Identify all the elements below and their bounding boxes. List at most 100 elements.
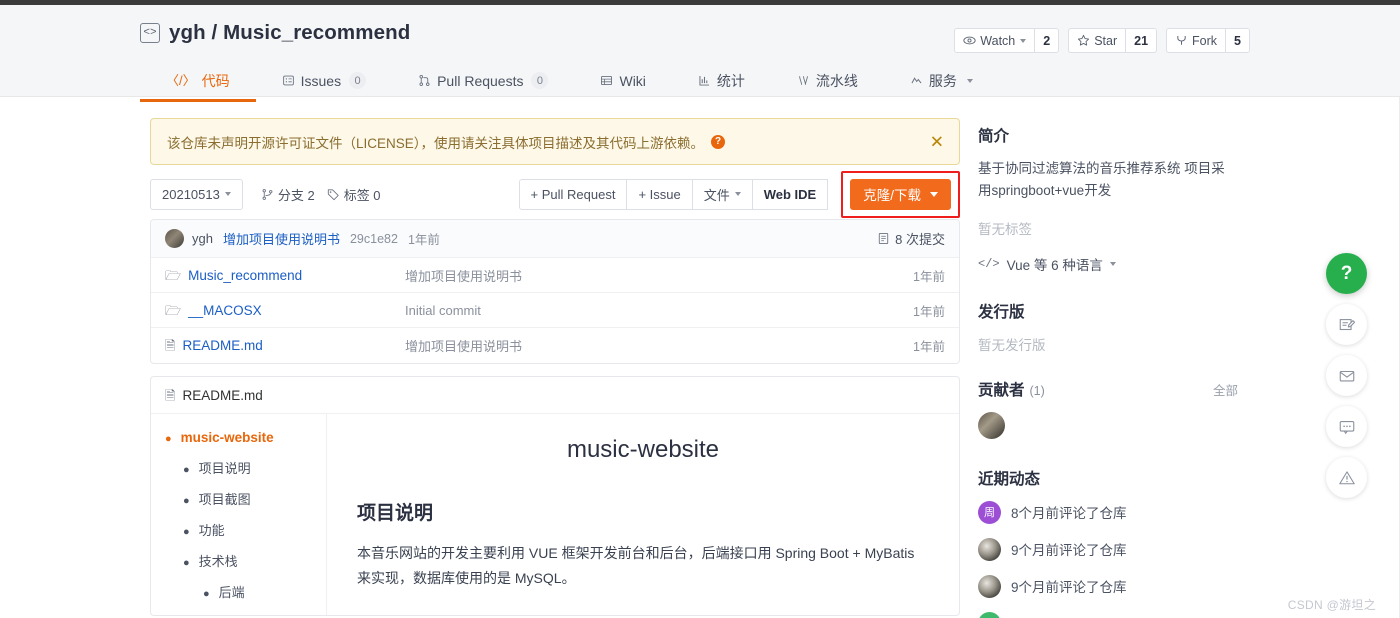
tab-issues-label: Issues: [300, 72, 342, 89]
activity-text: 9个月前评论了仓库: [1011, 580, 1127, 596]
commit-time: 1年前: [407, 233, 440, 247]
fork-button[interactable]: Fork: [1167, 29, 1225, 52]
repo-title-row: <> ygh / Music_recommend: [140, 21, 410, 45]
pull-request-icon: [418, 74, 431, 87]
web-ide-button[interactable]: Web IDE: [751, 178, 829, 210]
list-item[interactable]: [978, 611, 1238, 618]
branches-link[interactable]: 分支 2: [261, 185, 315, 204]
file-name-cell[interactable]: 🗁 __MACOSX: [165, 303, 405, 318]
star-button[interactable]: Star: [1069, 29, 1125, 52]
comment-icon: [1339, 420, 1354, 434]
toc-item-label: music-website: [180, 430, 274, 445]
chevron-down-icon: [930, 191, 938, 197]
list-item[interactable]: 周 8个月前评论了仓库: [978, 500, 1238, 524]
file-name-label: __MACOSX: [188, 302, 262, 318]
file-icon: 🗎: [165, 387, 176, 403]
star-stat-group[interactable]: Star 21: [1068, 28, 1158, 53]
watch-count: 2: [1034, 29, 1059, 52]
feedback-edit-button[interactable]: [1326, 304, 1367, 345]
mail-button[interactable]: [1326, 355, 1367, 396]
report-warning-button[interactable]: [1326, 457, 1367, 498]
branch-selector[interactable]: 20210513: [150, 178, 243, 210]
readme-paragraph: 本音乐网站的开发主要利用 VUE 框架开发前台和后台，后端接口用 Spring …: [357, 545, 915, 586]
tab-statistics[interactable]: 统计: [672, 62, 771, 102]
activity-text: 9个月前评论了仓库: [1011, 543, 1127, 559]
toc-item[interactable]: ● 项目说明: [151, 458, 326, 477]
commit-sha[interactable]: 29c1e82: [350, 232, 398, 246]
contributors-all-link[interactable]: 全部: [1213, 380, 1238, 399]
toc-item[interactable]: ● 功能: [151, 520, 326, 539]
readme-title: music-website: [566, 436, 720, 463]
watch-button[interactable]: Watch: [955, 29, 1034, 52]
history-icon: [878, 233, 889, 244]
code-brackets-icon: </>: [978, 256, 1000, 271]
toc-item-label: 功能: [198, 523, 225, 538]
table-row[interactable]: 🗁 Music_recommend 增加项目使用说明书 1年前: [151, 258, 959, 293]
chevron-down-icon: [1109, 261, 1116, 266]
main-column: 该仓库未声明开源许可证文件（LICENSE），使用请关注具体项目描述及其代码上游…: [150, 118, 960, 616]
commit-author[interactable]: ygh: [192, 231, 213, 246]
comment-button[interactable]: [1326, 406, 1367, 447]
page-title[interactable]: ygh / Music_recommend: [169, 21, 410, 45]
star-count: 21: [1125, 29, 1157, 52]
toc-item[interactable]: ● 前端: [151, 613, 326, 615]
tab-pull-requests-badge: 0: [531, 72, 549, 89]
watch-stat-group[interactable]: Watch 2: [954, 28, 1060, 53]
close-icon[interactable]: ✕: [930, 133, 944, 150]
new-pull-request-button[interactable]: + Pull Request: [518, 178, 628, 210]
repo-header: <> ygh / Music_recommend Watch 2 Star 21…: [0, 5, 1400, 102]
star-icon: [1078, 34, 1090, 46]
toc-item[interactable]: ● 后端: [151, 582, 326, 601]
watermark: CSDN @游坦之: [1287, 598, 1376, 612]
branch-icon: [262, 188, 273, 200]
tab-wiki[interactable]: Wiki: [574, 62, 671, 102]
clone-download-button[interactable]: 克隆/下载: [850, 178, 951, 210]
folder-icon: 🗁: [165, 302, 182, 318]
bullet-icon: ●: [183, 526, 190, 538]
files-dropdown-label: 文件: [703, 187, 730, 203]
table-row[interactable]: 🗁 __MACOSX Initial commit 1年前: [151, 293, 959, 328]
language-selector[interactable]: </> Vue 等 6 种语言: [978, 254, 1238, 274]
avatar[interactable]: [978, 411, 1005, 439]
help-question-icon[interactable]: ?: [711, 134, 726, 149]
language-label: Vue 等 6 种语言: [1006, 257, 1103, 273]
readme-content: music-website 项目说明 本音乐网站的开发主要利用 VUE 框架开发…: [327, 414, 959, 615]
file-name-cell[interactable]: 🗁 Music_recommend: [165, 268, 405, 283]
toc-item[interactable]: ● 项目截图: [151, 489, 326, 508]
floating-action-rail: ?: [1326, 253, 1367, 498]
commits-count-label: 8 次提交: [895, 232, 945, 247]
list-item[interactable]: 9个月前评论了仓库: [978, 537, 1238, 561]
new-issue-button[interactable]: + Issue: [626, 178, 693, 210]
file-name-cell[interactable]: 🗎 README.md: [165, 338, 405, 353]
help-button[interactable]: ?: [1326, 253, 1367, 294]
toc-item[interactable]: ● 技术栈: [151, 551, 326, 570]
code-brackets-icon: <>: [140, 23, 160, 43]
tags-link[interactable]: 标签 0: [327, 185, 381, 204]
code-icon: 〈/〉: [166, 73, 196, 88]
activity-heading: 近期动态: [978, 470, 1041, 488]
file-icon: 🗎: [165, 338, 176, 353]
files-dropdown-button[interactable]: 文件: [691, 178, 753, 210]
fork-stat-group[interactable]: Fork 5: [1166, 28, 1250, 53]
branches-label: 分支 2: [277, 187, 315, 203]
repo-sidebar: 简介 基于协同过滤算法的音乐推荐系统 项目采用springboot+vue开发 …: [978, 124, 1238, 618]
intro-heading: 简介: [978, 128, 1010, 145]
toc-item[interactable]: ● music-website: [151, 430, 326, 445]
readme-section-heading: 项目说明: [357, 503, 434, 524]
list-item[interactable]: 9个月前评论了仓库: [978, 574, 1238, 598]
tab-issues[interactable]: Issues 0: [256, 62, 392, 102]
tab-pipeline[interactable]: 流水线: [771, 62, 884, 102]
table-row[interactable]: 🗎 README.md 增加项目使用说明书 1年前: [151, 328, 959, 363]
readme-toc: ● music-website ● 项目说明 ● 项目截图 ● 功能 ● 技术栈…: [151, 414, 327, 615]
tab-pull-requests[interactable]: Pull Requests 0: [392, 62, 574, 102]
repo-nav: 〈/〉 代码 Issues 0 Pull Requests 0 Wiki 统计 …: [140, 62, 999, 102]
tab-code[interactable]: 〈/〉 代码: [140, 62, 256, 102]
commit-message[interactable]: 增加项目使用说明书: [223, 229, 340, 248]
chevron-down-icon: [734, 192, 741, 196]
tab-service[interactable]: 服务: [884, 62, 999, 102]
page-root: <> ygh / Music_recommend Watch 2 Star 21…: [0, 0, 1400, 618]
commits-count-link[interactable]: 8 次提交: [877, 229, 945, 248]
help-question-icon: ?: [1340, 262, 1353, 284]
avatar: [165, 229, 184, 248]
wiki-icon: [600, 74, 613, 87]
